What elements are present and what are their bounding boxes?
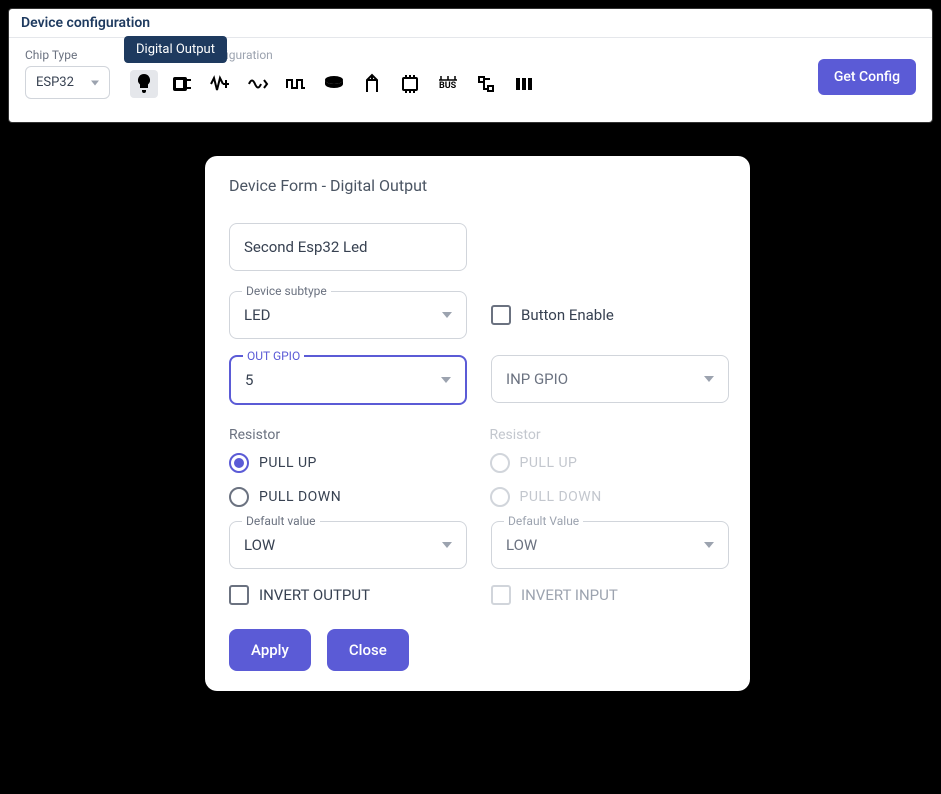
radio-icon bbox=[229, 487, 249, 507]
controller-icon[interactable] bbox=[396, 70, 424, 98]
analog-in-icon[interactable] bbox=[206, 70, 234, 98]
device-config-panel: Device configuration Chip Type ESP32 Dig… bbox=[8, 8, 933, 123]
out-gpio-select[interactable]: OUT GPIO 5 bbox=[229, 355, 467, 405]
switch-icon[interactable] bbox=[472, 70, 500, 98]
resistor-out-label: Resistor bbox=[229, 427, 466, 443]
default-value-in-select: Default Value LOW bbox=[491, 521, 729, 569]
pulldown-in-radio: PULL DOWN bbox=[490, 487, 727, 507]
pullup-in-radio: PULL UP bbox=[490, 453, 727, 473]
relay-icon[interactable] bbox=[168, 70, 196, 98]
bus-icon[interactable]: BUS bbox=[434, 70, 462, 98]
digital-output-tooltip: Digital Output bbox=[124, 36, 227, 63]
digital-in-icon[interactable] bbox=[320, 70, 348, 98]
default-out-value: LOW bbox=[244, 536, 275, 554]
config-icon-row: BUS bbox=[130, 70, 916, 98]
button-enable-checkbox[interactable] bbox=[491, 305, 511, 325]
chip-type-section: Chip Type ESP32 bbox=[25, 48, 110, 99]
inp-gpio-select[interactable]: INP GPIO bbox=[491, 355, 729, 403]
invert-input-checkbox bbox=[491, 585, 511, 605]
resistor-in-label: Resistor bbox=[490, 427, 727, 443]
out-gpio-value: 5 bbox=[245, 371, 253, 389]
form-actions: Apply Close bbox=[229, 629, 726, 671]
config-middle: Digital Output Select a New configuratio… bbox=[130, 48, 916, 98]
pulldown-out-radio[interactable]: PULL DOWN bbox=[229, 487, 466, 507]
pullup-out-radio[interactable]: PULL UP bbox=[229, 453, 466, 473]
device-name-input[interactable] bbox=[229, 223, 467, 271]
invert-input-label: INVERT INPUT bbox=[521, 586, 618, 604]
pulldown-out-label: PULL DOWN bbox=[259, 489, 341, 505]
invert-output-checkbox[interactable] bbox=[229, 585, 249, 605]
default-value-out-select[interactable]: Default value LOW bbox=[229, 521, 467, 569]
pullup-in-label: PULL UP bbox=[520, 455, 578, 471]
chip-type-value: ESP32 bbox=[36, 75, 74, 90]
radio-selected-icon bbox=[229, 453, 249, 473]
default-in-value: LOW bbox=[506, 536, 537, 554]
radio-disabled-icon bbox=[490, 487, 510, 507]
group-icon[interactable] bbox=[510, 70, 538, 98]
pullup-out-label: PULL UP bbox=[259, 455, 317, 471]
svg-text:BUS: BUS bbox=[439, 81, 457, 91]
chip-type-label: Chip Type bbox=[25, 48, 110, 62]
close-button[interactable]: Close bbox=[327, 629, 409, 671]
apply-button[interactable]: Apply bbox=[229, 629, 311, 671]
form-title: Device Form - Digital Output bbox=[229, 176, 726, 195]
subtype-value: LED bbox=[244, 306, 270, 324]
get-config-button[interactable]: Get Config bbox=[818, 59, 916, 95]
pulse-icon[interactable] bbox=[282, 70, 310, 98]
analog-out-icon[interactable] bbox=[244, 70, 272, 98]
chip-type-select[interactable]: ESP32 bbox=[25, 66, 110, 99]
potentiometer-icon[interactable] bbox=[358, 70, 386, 98]
bulb-icon[interactable] bbox=[130, 70, 158, 98]
radio-disabled-icon bbox=[490, 453, 510, 473]
button-enable-label: Button Enable bbox=[521, 306, 614, 324]
device-subtype-select[interactable]: Device subtype LED bbox=[229, 291, 467, 339]
invert-output-label: INVERT OUTPUT bbox=[259, 586, 370, 604]
device-form-card: Device Form - Digital Output Device subt… bbox=[205, 156, 750, 691]
inp-gpio-placeholder: INP GPIO bbox=[506, 370, 568, 388]
pulldown-in-label: PULL DOWN bbox=[520, 489, 602, 505]
panel-title: Device configuration bbox=[9, 9, 932, 38]
panel-body: Chip Type ESP32 Digital Output Select a … bbox=[9, 38, 932, 109]
select-new-config-label: Select a New configuration bbox=[130, 48, 916, 62]
